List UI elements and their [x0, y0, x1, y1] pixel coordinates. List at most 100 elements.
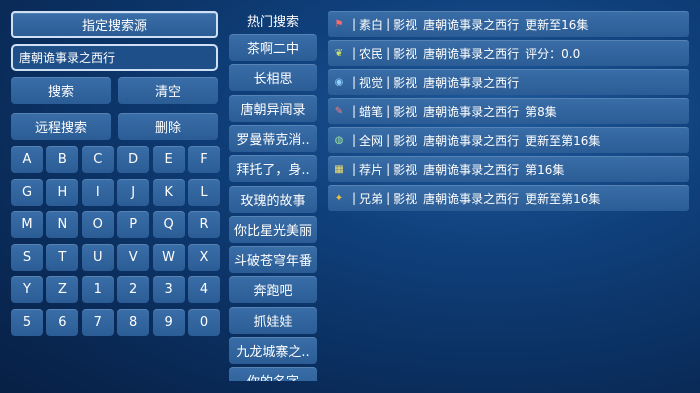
- key-g[interactable]: G: [11, 178, 43, 206]
- key-v[interactable]: V: [117, 243, 150, 271]
- result-extra: 更新至第16集: [525, 191, 601, 206]
- result-category: 影视: [393, 17, 418, 32]
- key-a[interactable]: A: [11, 146, 43, 173]
- key-f[interactable]: F: [188, 146, 220, 173]
- hot-search-item[interactable]: 抓娃娃: [229, 306, 317, 334]
- search-button-label: 搜索: [47, 85, 74, 100]
- hot-search-item[interactable]: 你的名字: [229, 367, 317, 381]
- group-icon: ✦: [334, 192, 344, 204]
- key-3[interactable]: 3: [152, 276, 185, 303]
- key-6[interactable]: 6: [46, 308, 79, 336]
- delete-button-label: 删除: [154, 121, 181, 136]
- search-input[interactable]: 唐朝诡事录之西行: [11, 44, 218, 71]
- key-x[interactable]: X: [188, 243, 220, 271]
- key-q[interactable]: Q: [152, 211, 185, 238]
- key-u[interactable]: U: [81, 243, 114, 271]
- key-m[interactable]: M: [11, 211, 43, 238]
- key-k[interactable]: K: [152, 178, 185, 206]
- result-source: 蜡笔: [359, 104, 384, 119]
- film-icon: ▦: [334, 163, 344, 175]
- key-0[interactable]: 0: [188, 308, 220, 336]
- remote-search-label: 远程搜索: [34, 121, 87, 136]
- separator: |: [352, 75, 357, 89]
- source-select-button[interactable]: 指定搜索源: [11, 11, 218, 38]
- key-w[interactable]: W: [152, 243, 185, 271]
- remote-search-button[interactable]: 远程搜索: [11, 113, 111, 140]
- hot-search-item[interactable]: 斗破苍穹年番: [229, 246, 317, 274]
- crayon-icon: ✎: [334, 105, 344, 117]
- leaf-icon: ❦: [334, 47, 344, 59]
- hot-search-item[interactable]: 长相思: [229, 64, 317, 92]
- key-r[interactable]: R: [188, 211, 220, 238]
- key-e[interactable]: E: [152, 146, 185, 173]
- key-s[interactable]: S: [11, 243, 43, 271]
- key-i[interactable]: I: [81, 178, 114, 206]
- source-select-label: 指定搜索源: [81, 19, 147, 34]
- key-8[interactable]: 8: [117, 308, 150, 336]
- key-4[interactable]: 4: [188, 276, 220, 303]
- hot-search-item[interactable]: 奔跑吧: [229, 276, 317, 304]
- key-l[interactable]: L: [188, 178, 220, 206]
- result-row[interactable]: ❦ | 农民 | 影视 唐朝诡事录之西行 评分：0.0: [328, 40, 689, 66]
- key-b[interactable]: B: [46, 146, 79, 173]
- result-title: 唐朝诡事录之西行: [423, 75, 520, 90]
- separator: |: [386, 133, 391, 147]
- key-n[interactable]: N: [46, 211, 79, 238]
- eye-icon: ◉: [334, 76, 344, 88]
- result-row[interactable]: ⚑ | 素白 | 影视 唐朝诡事录之西行 更新至16集: [328, 11, 689, 37]
- key-d[interactable]: D: [117, 146, 150, 173]
- separator: |: [352, 133, 357, 147]
- separator: |: [386, 46, 391, 60]
- flag-icon: ⚑: [334, 18, 344, 30]
- result-row[interactable]: ✦ | 兄弟 | 影视 唐朝诡事录之西行 更新至第16集: [328, 185, 689, 211]
- result-category: 影视: [393, 46, 418, 61]
- separator: |: [352, 162, 357, 176]
- key-y[interactable]: Y: [11, 276, 43, 303]
- key-t[interactable]: T: [46, 243, 79, 271]
- result-extra: 第16集: [525, 162, 565, 177]
- result-source: 视觉: [359, 75, 384, 90]
- key-j[interactable]: J: [117, 178, 150, 206]
- key-7[interactable]: 7: [81, 308, 114, 336]
- hot-search-item[interactable]: 茶啊二中: [229, 34, 317, 61]
- delete-button[interactable]: 删除: [118, 113, 218, 140]
- result-row[interactable]: ◉ | 视觉 | 影视 唐朝诡事录之西行: [328, 69, 689, 95]
- result-row[interactable]: ✎ | 蜡笔 | 影视 唐朝诡事录之西行 第8集: [328, 98, 689, 124]
- clear-button[interactable]: 清空: [118, 77, 218, 104]
- key-o[interactable]: O: [81, 211, 114, 238]
- result-extra: 第8集: [525, 104, 557, 119]
- result-title: 唐朝诡事录之西行: [423, 133, 520, 148]
- result-row[interactable]: ▦ | 荐片 | 影视 唐朝诡事录之西行 第16集: [328, 156, 689, 182]
- result-source: 兄弟: [359, 191, 384, 206]
- key-z[interactable]: Z: [46, 276, 79, 303]
- hot-search-item[interactable]: 你比星光美丽: [229, 215, 317, 243]
- result-extra: 更新至16集: [525, 17, 589, 32]
- result-title: 唐朝诡事录之西行: [423, 17, 520, 32]
- hot-search-item[interactable]: 玫瑰的故事: [229, 185, 317, 213]
- key-h[interactable]: H: [46, 178, 79, 206]
- key-c[interactable]: C: [81, 146, 114, 173]
- hot-search-item[interactable]: 唐朝异闻录: [229, 94, 317, 122]
- search-input-value: 唐朝诡事录之西行: [19, 51, 116, 65]
- search-button[interactable]: 搜索: [11, 77, 111, 104]
- result-source: 全网: [359, 133, 384, 148]
- globe-icon: ◍: [334, 134, 344, 146]
- hot-search-item[interactable]: 九龙城寨之..: [229, 337, 317, 364]
- result-title: 唐朝诡事录之西行: [423, 162, 520, 177]
- separator: |: [352, 17, 357, 31]
- result-category: 影视: [393, 162, 418, 177]
- hot-search-item[interactable]: 罗曼蒂克消..: [229, 124, 317, 152]
- hot-search-item[interactable]: 拜托了，身..: [229, 155, 317, 183]
- result-row[interactable]: ◍ | 全网 | 影视 唐朝诡事录之西行 更新至第16集: [328, 127, 689, 153]
- result-title: 唐朝诡事录之西行: [423, 104, 520, 119]
- result-category: 影视: [393, 133, 418, 148]
- key-p[interactable]: P: [117, 211, 150, 238]
- key-9[interactable]: 9: [152, 308, 185, 336]
- result-source: 荐片: [359, 162, 384, 177]
- separator: |: [386, 75, 391, 89]
- key-5[interactable]: 5: [11, 308, 43, 336]
- key-1[interactable]: 1: [81, 276, 114, 303]
- key-2[interactable]: 2: [117, 276, 150, 303]
- result-title: 唐朝诡事录之西行: [423, 46, 520, 61]
- separator: |: [386, 104, 391, 118]
